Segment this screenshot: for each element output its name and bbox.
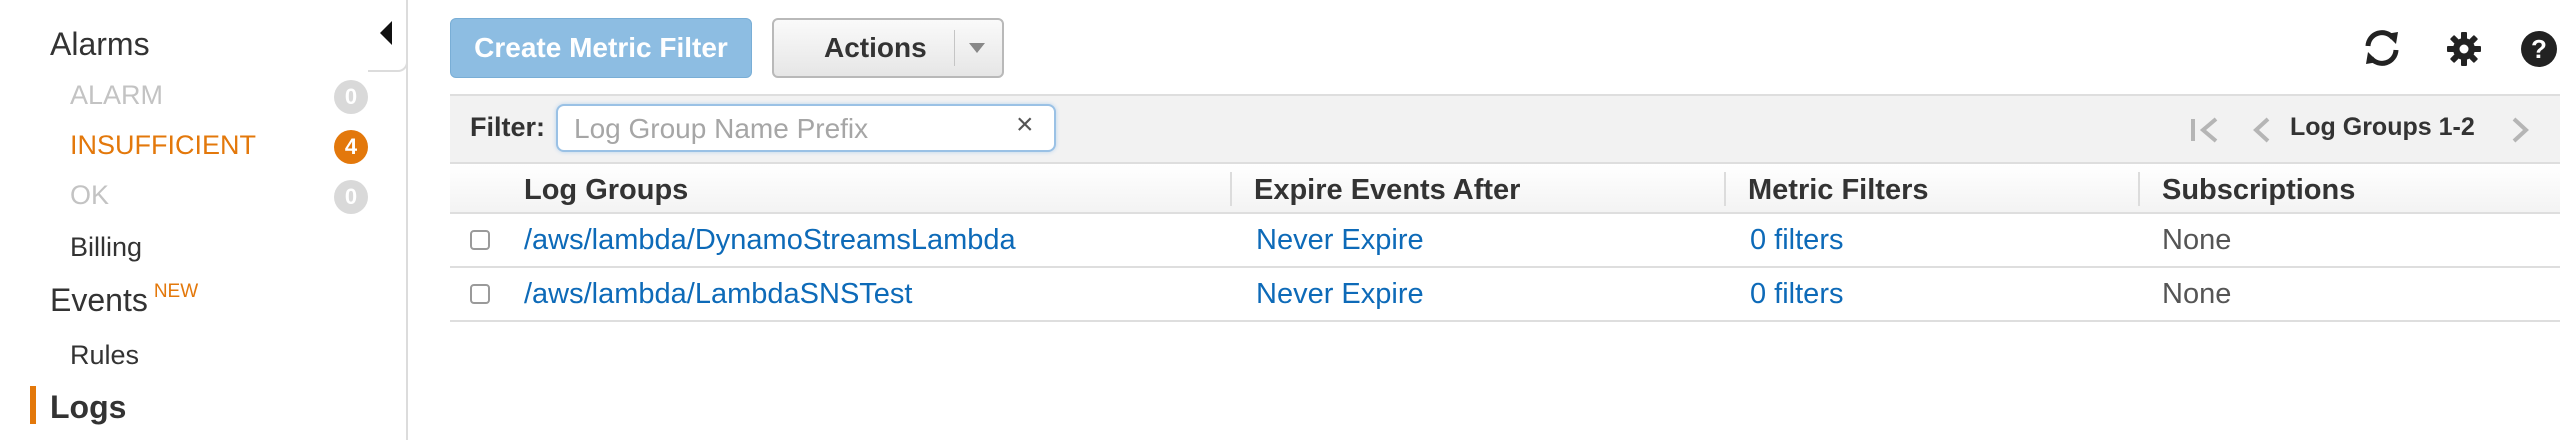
ok-count-badge: 0: [334, 180, 368, 214]
pagination-label: Log Groups 1-2: [2290, 113, 2475, 141]
subscriptions-value: None: [2162, 224, 2232, 256]
actions-separator: [954, 30, 955, 66]
sidebar-heading-alarms[interactable]: Alarms: [50, 26, 150, 63]
metric-filters-link[interactable]: 0 filters: [1750, 278, 1843, 311]
column-header-subscriptions[interactable]: Subscriptions: [2162, 174, 2355, 207]
row-checkbox[interactable]: [470, 230, 490, 250]
triangle-left-icon: [380, 21, 392, 45]
table-header: Log Groups Expire Events After Metric Fi…: [450, 164, 2560, 214]
sidebar-item-insufficient[interactable]: INSUFFICIENT: [70, 130, 256, 161]
sidebar-heading-events[interactable]: Events NEW: [50, 281, 199, 319]
sidebar-item-rules[interactable]: Rules: [70, 340, 139, 371]
create-metric-filter-button[interactable]: Create Metric Filter: [450, 18, 752, 78]
actions-label: Actions: [824, 32, 927, 63]
active-indicator: [30, 386, 36, 424]
sidebar-item-ok[interactable]: OK: [70, 180, 109, 211]
sidebar-item-alarm[interactable]: ALARM: [70, 80, 163, 111]
log-group-link[interactable]: /aws/lambda/DynamoStreamsLambda: [524, 224, 1016, 257]
refresh-icon[interactable]: [2360, 26, 2404, 70]
column-header-metric-filters[interactable]: Metric Filters: [1748, 174, 1929, 207]
previous-page-icon[interactable]: [2250, 116, 2272, 144]
log-group-prefix-input[interactable]: [572, 110, 996, 148]
column-divider: [2138, 172, 2140, 206]
clear-filter-icon[interactable]: ×: [1016, 108, 1034, 142]
table-row[interactable]: /aws/lambda/DynamoStreamsLambda Never Ex…: [450, 214, 2560, 268]
filter-input-wrapper: ×: [556, 104, 1056, 152]
gear-icon[interactable]: [2446, 31, 2482, 67]
filter-label: Filter:: [470, 112, 546, 142]
next-page-icon[interactable]: [2510, 116, 2532, 144]
first-page-icon[interactable]: [2188, 116, 2222, 144]
expire-events-link[interactable]: Never Expire: [1256, 224, 1424, 257]
row-checkbox[interactable]: [470, 284, 490, 304]
column-divider: [1724, 172, 1726, 206]
expire-events-link[interactable]: Never Expire: [1256, 278, 1424, 311]
sidebar-item-billing[interactable]: Billing: [70, 232, 142, 263]
actions-dropdown-button[interactable]: Actions: [772, 18, 1004, 78]
table-row[interactable]: /aws/lambda/LambdaSNSTest Never Expire 0…: [450, 268, 2560, 322]
insufficient-count-badge: 4: [334, 130, 368, 164]
chevron-down-icon: [969, 43, 985, 53]
new-badge: NEW: [153, 281, 199, 302]
sidebar-collapse-toggle[interactable]: [368, 0, 408, 72]
column-header-log-groups[interactable]: Log Groups: [524, 174, 688, 207]
column-divider: [1230, 172, 1232, 206]
metric-filters-link[interactable]: 0 filters: [1750, 224, 1843, 257]
subscriptions-value: None: [2162, 278, 2232, 310]
alarm-count-badge: 0: [334, 80, 368, 114]
events-label: Events: [50, 282, 148, 318]
svg-text:?: ?: [2531, 34, 2547, 64]
sidebar-item-logs[interactable]: Logs: [50, 389, 126, 426]
filter-bar: Filter: × Log Groups 1-2: [450, 94, 2560, 164]
help-icon[interactable]: ?: [2520, 30, 2558, 68]
column-header-expire-events[interactable]: Expire Events After: [1254, 174, 1520, 207]
log-group-link[interactable]: /aws/lambda/LambdaSNSTest: [524, 278, 912, 311]
sidebar: Alarms ALARM 0 INSUFFICIENT 4 OK 0 Billi…: [0, 0, 406, 440]
